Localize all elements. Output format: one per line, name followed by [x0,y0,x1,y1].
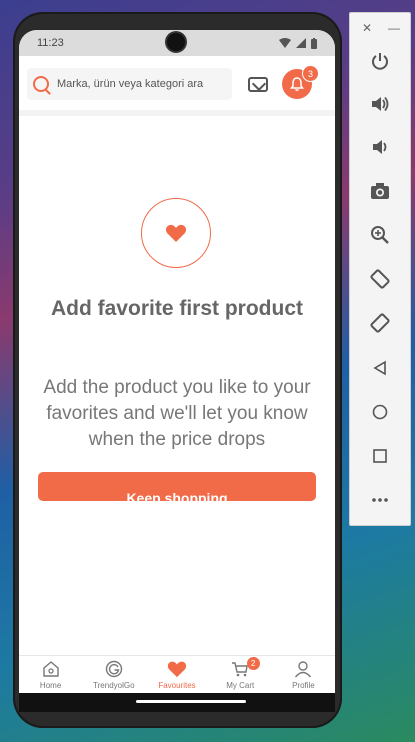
rotate-left-icon[interactable] [368,267,392,291]
nav-cart[interactable]: 2 My Cart [209,656,272,694]
nav-favourites[interactable]: Favourites [145,656,208,694]
cart-badge: 2 [246,657,260,670]
minimize-icon[interactable]: — [388,21,400,35]
search-input[interactable]: Marka, ürün veya kategori ara [57,78,203,90]
search-icon [33,76,49,92]
emulator-toolbar: ✕ — [349,12,411,526]
nav-profile-label: Profile [292,681,315,690]
volume-down-icon[interactable] [368,135,392,159]
home-circle-icon[interactable] [368,400,392,424]
empty-state-title: Add favorite first product [50,297,303,320]
zoom-icon[interactable] [368,223,392,247]
heart-icon [165,224,187,242]
back-icon[interactable] [368,356,392,380]
battery-icon [311,37,317,49]
nav-favourites-label: Favourites [158,681,196,690]
nav-trendyolgo[interactable]: TrendyolGo [82,656,145,694]
home-icon [41,659,61,679]
gesture-area [19,693,335,712]
keep-shopping-button[interactable]: Keep shopping [38,472,316,501]
status-time: 11:23 [37,37,64,49]
trendyolgo-icon [104,659,124,679]
empty-state-subtitle: Add the product you like to your favorit… [43,377,311,450]
signal-icon [296,38,306,48]
front-camera [167,33,185,51]
app-header: Marka, ürün veya kategori ara 3 [19,56,335,116]
close-icon[interactable]: ✕ [362,21,372,35]
nav-home-label: Home [39,681,62,690]
nav-profile[interactable]: Profile [272,656,335,694]
notification-badge: 3 [302,65,319,82]
home-indicator[interactable] [136,700,246,703]
bottom-navigation: Home TrendyolGo Favourites 2 My Cart Pro… [19,655,335,694]
nav-cart-label: My Cart [226,681,255,690]
more-icon[interactable] [368,488,392,512]
rotate-right-icon[interactable] [368,311,392,335]
profile-icon [293,659,313,679]
heart-icon [167,659,187,679]
favorite-illustration [141,198,211,268]
wifi-icon [279,38,291,48]
nav-trendyolgo-label: TrendyolGo [93,681,135,690]
nav-home[interactable]: Home [19,656,82,694]
volume-up-icon[interactable] [368,92,392,116]
keep-shopping-label: Keep shopping [126,490,228,501]
mail-icon[interactable] [248,77,268,92]
search-bar[interactable]: Marka, ürün veya kategori ara [27,68,232,100]
app-screen [19,30,335,712]
power-icon[interactable] [368,49,392,73]
camera-icon[interactable] [368,179,392,203]
overview-icon[interactable] [368,444,392,468]
